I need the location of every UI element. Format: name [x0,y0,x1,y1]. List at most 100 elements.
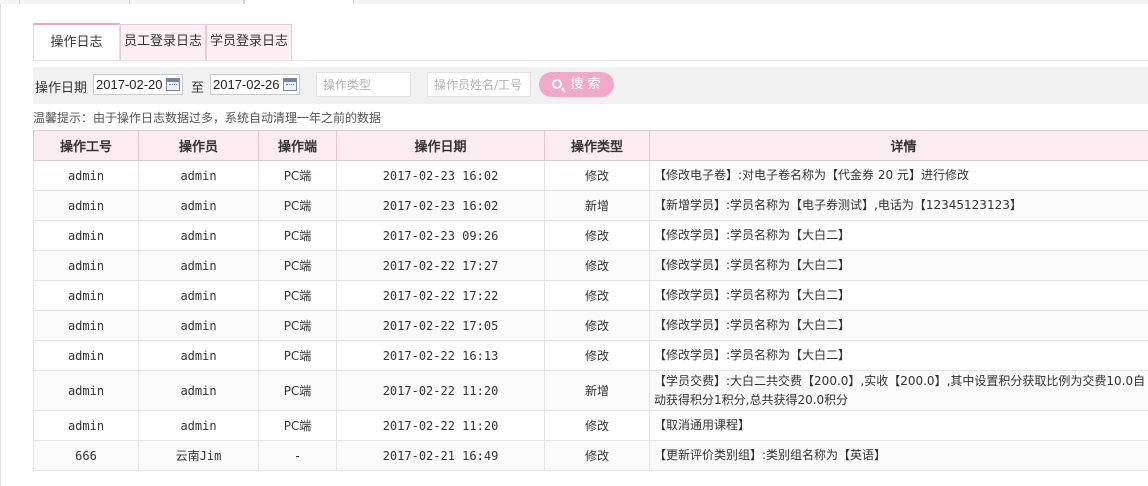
cell-id: admin [33,220,139,251]
top-tab-1[interactable] [0,0,20,4]
operation-log-table: 操作工号 操作员 操作端 操作日期 操作类型 详情 admin admin PC… [33,130,1148,471]
cell-date: 2017-02-23 16:02 [336,160,545,191]
cell-id: admin [33,410,139,441]
col-header-client: 操作端 [258,130,337,161]
cell-client: - [258,440,337,471]
operator-search-input[interactable] [427,72,531,97]
table-row: 666 云南Jim - 2017-02-21 16:49 修改 【更新评价类别组… [33,440,1148,471]
tab-staff-login-log[interactable]: 员工登录日志 [120,24,206,60]
cell-type: 修改 [544,410,650,441]
cell-date: 2017-02-22 17:22 [336,280,545,311]
table-row: admin admin PC端 2017-02-23 16:02 新增 【新增学… [33,190,1148,221]
table-row: admin admin PC端 2017-02-22 11:20 修改 【取消通… [33,410,1148,441]
tab-divider [33,60,1148,61]
cell-detail: 【学员交费】:大白二共交费【200.0】,实收【200.0】,其中设置积分获取比… [649,370,1148,411]
cell-operator: admin [138,190,259,221]
search-bar: 操作日期 2017-02-20 至 2017-02-26 搜 索 [33,67,1148,104]
date-to-label: 至 [191,81,205,96]
table-row: admin admin PC端 2017-02-22 16:13 修改 【修改学… [33,340,1148,371]
cell-operator: admin [138,310,259,341]
search-icon [552,79,563,89]
search-button[interactable]: 搜 索 [539,72,614,97]
cell-date: 2017-02-23 09:26 [336,220,545,251]
tab-operation-log[interactable]: 操作日志 [33,23,120,61]
cell-type: 新增 [544,370,650,411]
cell-detail: 【更新评价类别组】:类别组名称为【英语】 [649,440,1148,471]
cell-id: admin [33,310,139,341]
date-label: 操作日期 [35,81,88,96]
tab-student-login-log[interactable]: 学员登录日志 [206,24,292,60]
cell-client: PC端 [258,190,337,221]
table-row: admin admin PC端 2017-02-23 16:02 修改 【修改电… [33,160,1148,191]
cell-operator: admin [138,160,259,191]
cell-operator: admin [138,370,259,411]
col-header-operator: 操作员 [138,130,259,161]
col-header-type: 操作类型 [544,130,650,161]
cell-operator: admin [138,340,259,371]
cell-id: admin [33,190,139,221]
table-row: admin admin PC端 2017-02-23 09:26 修改 【修改学… [33,220,1148,251]
cell-type: 修改 [544,250,650,281]
cell-type: 修改 [544,220,650,251]
top-tab-2[interactable] [20,0,130,4]
calendar-icon[interactable] [283,78,297,91]
cell-date: 2017-02-21 16:49 [336,440,545,471]
date-to-value: 2017-02-26 [213,77,280,92]
top-tab-active[interactable] [244,0,354,4]
cell-client: PC端 [258,310,337,341]
cell-operator: admin [138,280,259,311]
tip-text: 温馨提示：由于操作日志数据过多，系统自动清理一年之前的数据 [33,111,382,125]
cell-detail: 【修改学员】:学员名称为【大白二】 [649,220,1148,251]
cell-detail: 【取消通用课程】 [649,410,1148,441]
operation-type-input[interactable] [316,72,411,97]
table-row: admin admin PC端 2017-02-22 11:20 新增 【学员交… [33,370,1148,411]
cell-type: 修改 [544,340,650,371]
cell-client: PC端 [258,250,337,281]
cell-id: admin [33,160,139,191]
left-divider [0,4,1,486]
cell-operator: admin [138,410,259,441]
cell-date: 2017-02-22 11:20 [336,410,545,441]
cell-detail: 【新增学员】:学员名称为【电子券测试】,电话为【12345123123】 [649,190,1148,221]
date-to-field[interactable]: 2017-02-26 [210,74,300,95]
search-button-label: 搜 索 [570,77,601,92]
cell-client: PC端 [258,370,337,411]
col-header-detail: 详情 [649,130,1148,161]
date-from-field[interactable]: 2017-02-20 [93,74,183,95]
cell-id: admin [33,250,139,281]
cell-type: 修改 [544,310,650,341]
cell-detail: 【修改学员】:学员名称为【大白二】 [649,280,1148,311]
table-row: admin admin PC端 2017-02-22 17:27 修改 【修改学… [33,250,1148,281]
cell-id: admin [33,370,139,411]
cell-detail: 【修改学员】:学员名称为【大白二】 [649,310,1148,341]
cell-client: PC端 [258,410,337,441]
cell-operator: admin [138,250,259,281]
cell-type: 修改 [544,280,650,311]
cell-client: PC端 [258,280,337,311]
cell-type: 修改 [544,440,650,471]
col-header-id: 操作工号 [33,130,139,161]
cell-date: 2017-02-23 16:02 [336,190,545,221]
cell-date: 2017-02-22 16:13 [336,340,545,371]
table-header-row: 操作工号 操作员 操作端 操作日期 操作类型 详情 [33,130,1148,161]
cell-detail: 【修改学员】:学员名称为【大白二】 [649,250,1148,281]
cell-client: PC端 [258,340,337,371]
cell-operator: admin [138,220,259,251]
cell-detail: 【修改电子卷】:对电子卷名称为【代金券 20 元】进行修改 [649,160,1148,191]
cell-id: admin [33,280,139,311]
cell-id: 666 [33,440,139,471]
cell-type: 修改 [544,160,650,191]
cell-type: 新增 [544,190,650,221]
cell-detail: 【修改学员】:学员名称为【大白二】 [649,340,1148,371]
date-from-value: 2017-02-20 [96,77,163,92]
cell-client: PC端 [258,160,337,191]
cell-id: admin [33,340,139,371]
calendar-icon[interactable] [166,78,180,91]
table-row: admin admin PC端 2017-02-22 17:05 修改 【修改学… [33,310,1148,341]
cell-date: 2017-02-22 17:05 [336,310,545,341]
cell-client: PC端 [258,220,337,251]
cell-date: 2017-02-22 17:27 [336,250,545,281]
col-header-date: 操作日期 [336,130,545,161]
table-row: admin admin PC端 2017-02-22 17:22 修改 【修改学… [33,280,1148,311]
top-tab-3[interactable] [130,0,244,4]
